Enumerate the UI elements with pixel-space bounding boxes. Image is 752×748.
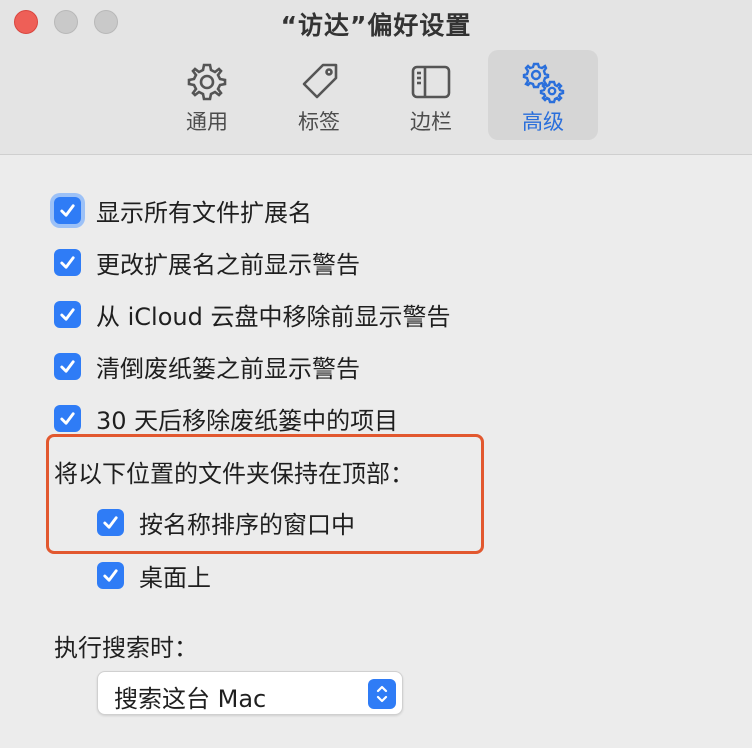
option-warn-before-changing-extension[interactable]: 更改扩展名之前显示警告 <box>54 242 360 282</box>
option-label: 按名称排序的窗口中 <box>139 510 355 539</box>
tab-general[interactable]: 通用 <box>152 50 262 140</box>
tag-icon <box>302 63 338 99</box>
gears-icon <box>522 62 565 104</box>
option-label: 桌面上 <box>139 563 211 592</box>
checkbox[interactable] <box>97 508 124 536</box>
option-warn-before-removing-from-icloud[interactable]: 从 iCloud 云盘中移除前显示警告 <box>54 294 450 334</box>
tab-label: 标签 <box>298 110 340 134</box>
option-folders-on-top-on-desktop[interactable]: 桌面上 <box>97 555 211 595</box>
tab-sidebar[interactable]: 边栏 <box>376 50 486 140</box>
checkbox[interactable] <box>97 561 124 589</box>
checkmark-icon <box>103 515 118 529</box>
tab-label: 边栏 <box>410 110 452 134</box>
search-scope-label: 执行搜索时： <box>54 634 198 662</box>
option-label: 30 天后移除废纸篓中的项目 <box>96 406 399 435</box>
search-scope-select[interactable]: 搜索这台 Mac <box>97 671 403 715</box>
checkmark-icon <box>60 411 75 425</box>
checkbox[interactable] <box>54 404 81 432</box>
checkbox[interactable] <box>54 300 81 328</box>
checkmark-icon <box>60 203 75 217</box>
option-warn-before-emptying-trash[interactable]: 清倒废纸篓之前显示警告 <box>54 346 360 386</box>
option-label: 清倒废纸篓之前显示警告 <box>96 354 360 383</box>
tab-tags[interactable]: 标签 <box>264 50 374 140</box>
select-stepper[interactable] <box>368 679 396 709</box>
option-label: 显示所有文件扩展名 <box>96 198 312 227</box>
tab-label: 高级 <box>522 110 564 134</box>
checkmark-icon <box>60 255 75 269</box>
tab-advanced[interactable]: 高级 <box>488 50 598 140</box>
checkbox[interactable] <box>54 352 81 380</box>
tab-label: 通用 <box>186 110 228 134</box>
checkbox[interactable] <box>54 196 81 224</box>
option-show-all-extensions[interactable]: 显示所有文件扩展名 <box>54 190 312 230</box>
chevron-up-down-icon <box>376 685 388 703</box>
gear-icon <box>187 63 227 101</box>
option-label: 从 iCloud 云盘中移除前显示警告 <box>96 302 451 331</box>
checkmark-icon <box>60 307 75 321</box>
option-label: 更改扩展名之前显示警告 <box>96 250 360 279</box>
option-remove-trash-after-30-days[interactable]: 30 天后移除废纸篓中的项目 <box>54 398 398 438</box>
checkmark-icon <box>60 359 75 373</box>
window-title: “访达”偏好设置 <box>280 11 472 40</box>
toolbar: “访达”偏好设置 通用 标签 边栏 高级 <box>0 0 752 155</box>
option-folders-on-top-in-windows[interactable]: 按名称排序的窗口中 <box>97 502 355 542</box>
checkmark-icon <box>103 568 118 582</box>
checkbox[interactable] <box>54 248 81 276</box>
sidebar-icon <box>411 65 451 99</box>
search-scope-value: 搜索这台 Mac <box>114 685 267 713</box>
folders-on-top-label: 将以下位置的文件夹保持在顶部： <box>54 460 414 488</box>
